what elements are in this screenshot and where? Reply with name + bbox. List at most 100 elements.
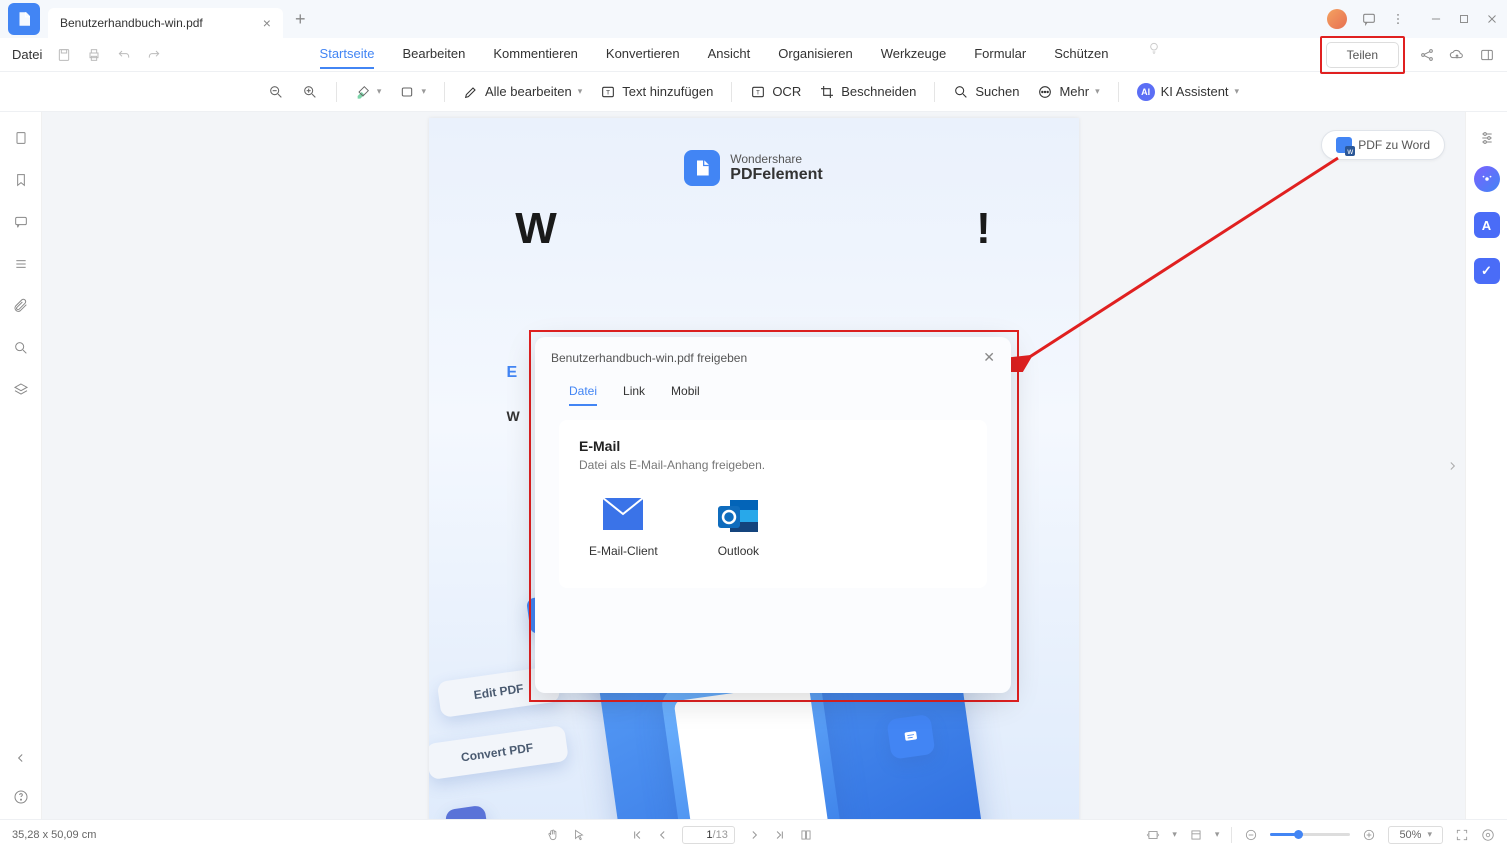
modal-close-icon[interactable]: ✕ xyxy=(983,349,995,366)
check-badge-icon[interactable]: ✓ xyxy=(1474,258,1500,284)
prev-page-icon[interactable] xyxy=(656,828,670,842)
maximize-icon[interactable] xyxy=(1457,12,1471,26)
share-modal: Benutzerhandbuch-win.pdf freigeben ✕ Dat… xyxy=(535,337,1011,693)
rectangle-icon xyxy=(399,84,415,100)
new-tab-button[interactable]: + xyxy=(295,9,306,30)
hand-tool-icon[interactable] xyxy=(546,828,560,842)
title-bar: Benutzerhandbuch-win.pdf × + xyxy=(0,0,1507,38)
close-window-icon[interactable] xyxy=(1485,12,1499,26)
zoom-out-status-icon[interactable] xyxy=(1244,828,1258,842)
page-input[interactable] xyxy=(689,829,713,841)
status-bar: 35,28 x 50,09 cm /13 ▾ ▾ 50% ▾ xyxy=(0,819,1507,849)
menu-konvertieren[interactable]: Konvertieren xyxy=(606,40,680,69)
minimize-icon[interactable] xyxy=(1429,12,1443,26)
menu-formular[interactable]: Formular xyxy=(974,40,1026,69)
zoom-value[interactable]: 50% ▾ xyxy=(1388,826,1443,844)
page-layout-icon[interactable] xyxy=(799,828,813,842)
bookmarks-icon[interactable] xyxy=(13,172,29,188)
menu-ansicht[interactable]: Ansicht xyxy=(708,40,751,69)
email-client-label: E-Mail-Client xyxy=(589,544,658,558)
modal-tab-link[interactable]: Link xyxy=(623,378,645,406)
ai-sidebar-icon[interactable] xyxy=(1474,166,1500,192)
undo-icon[interactable] xyxy=(116,47,132,63)
menu-bearbeiten[interactable]: Bearbeiten xyxy=(402,40,465,69)
tab-close-icon[interactable]: × xyxy=(263,15,271,31)
first-page-icon[interactable] xyxy=(630,828,644,842)
edit-all-tool[interactable]: Alle bearbeiten ▾ xyxy=(463,84,582,100)
help-icon[interactable] xyxy=(13,789,29,805)
total-pages: /13 xyxy=(713,829,728,841)
menu-startseite[interactable]: Startseite xyxy=(320,40,375,69)
save-icon[interactable] xyxy=(56,47,72,63)
shape-tool[interactable]: ▾ xyxy=(399,84,426,100)
settings-sliders-icon[interactable] xyxy=(1479,130,1495,146)
menu-bar: Datei Startseite Bearbeiten Kommentieren… xyxy=(0,38,1507,72)
layers-icon[interactable] xyxy=(13,382,29,398)
toolbar: ▾ ▾ Alle bearbeiten ▾ T Text hinzufügen … xyxy=(0,72,1507,112)
doc-logo-text: Wondershare PDFelement xyxy=(730,152,822,184)
document-canvas[interactable]: Wondershare PDFelement W ! E ! W Edit PD… xyxy=(42,112,1465,819)
more-icon xyxy=(1037,84,1053,100)
view-mode-icon[interactable] xyxy=(1189,828,1203,842)
modal-header: Benutzerhandbuch-win.pdf freigeben ✕ xyxy=(535,337,1011,378)
fullscreen-icon[interactable] xyxy=(1455,828,1469,842)
search-tool[interactable]: Suchen xyxy=(953,84,1019,100)
next-page-icon[interactable] xyxy=(747,828,761,842)
link-share-icon[interactable] xyxy=(1419,47,1435,63)
highlight-tool[interactable]: ▾ xyxy=(355,84,382,100)
scroll-right-icon[interactable] xyxy=(1445,459,1459,473)
outlook-icon xyxy=(718,498,758,530)
left-sidebar xyxy=(0,112,42,819)
fit-width-icon[interactable] xyxy=(1146,828,1160,842)
modal-tab-mobil[interactable]: Mobil xyxy=(671,378,700,406)
reading-mode-icon[interactable] xyxy=(1481,828,1495,842)
outlook-option[interactable]: Outlook xyxy=(718,498,759,558)
crop-tool[interactable]: Beschneiden xyxy=(819,84,916,100)
main-area: Wondershare PDFelement W ! E ! W Edit PD… xyxy=(0,112,1507,819)
pdf-to-word-button[interactable]: PDF zu Word xyxy=(1321,130,1445,160)
print-icon[interactable] xyxy=(86,47,102,63)
email-icon xyxy=(603,498,643,530)
share-button[interactable]: Teilen xyxy=(1326,42,1399,68)
modal-body: E-Mail Datei als E-Mail-Anhang freigeben… xyxy=(559,420,987,588)
zoom-in-icon[interactable] xyxy=(302,84,318,100)
modal-tab-datei[interactable]: Datei xyxy=(569,378,597,406)
last-page-icon[interactable] xyxy=(773,828,787,842)
collapse-sidebar-icon[interactable] xyxy=(14,751,28,765)
panel-icon[interactable] xyxy=(1479,47,1495,63)
iso-purple-chip: T xyxy=(444,805,489,819)
lightbulb-icon[interactable] xyxy=(1146,40,1162,56)
zoom-in-status-icon[interactable] xyxy=(1362,828,1376,842)
kebab-menu-icon[interactable] xyxy=(1391,12,1405,26)
menu-schuetzen[interactable]: Schützen xyxy=(1054,40,1108,69)
ai-assistent-tool[interactable]: AI KI Assistent ▾ xyxy=(1137,83,1239,101)
comment-icon[interactable] xyxy=(1361,11,1377,27)
add-text-tool[interactable]: T Text hinzufügen xyxy=(600,84,713,100)
modal-title: Benutzerhandbuch-win.pdf freigeben xyxy=(551,351,747,365)
attachments-icon[interactable] xyxy=(13,298,29,314)
zoom-out-icon[interactable] xyxy=(268,84,284,100)
thumbnails-icon[interactable] xyxy=(13,130,29,146)
more-tool[interactable]: Mehr ▾ xyxy=(1037,84,1099,100)
page-indicator[interactable]: /13 xyxy=(682,826,735,844)
list-icon[interactable] xyxy=(13,256,29,272)
search-icon xyxy=(953,84,969,100)
right-sidebar: A ✓ xyxy=(1465,112,1507,819)
select-tool-icon[interactable] xyxy=(572,828,586,842)
menu-werkzeuge[interactable]: Werkzeuge xyxy=(881,40,947,69)
find-icon[interactable] xyxy=(13,340,29,356)
ocr-tool[interactable]: T OCR xyxy=(750,84,801,100)
document-tab[interactable]: Benutzerhandbuch-win.pdf × xyxy=(48,8,283,38)
email-client-option[interactable]: E-Mail-Client xyxy=(589,498,658,558)
comments-icon[interactable] xyxy=(13,214,29,230)
app-logo-icon xyxy=(8,3,40,35)
menu-kommentieren[interactable]: Kommentieren xyxy=(493,40,578,69)
user-avatar[interactable] xyxy=(1327,9,1347,29)
zoom-slider[interactable] xyxy=(1270,833,1350,836)
file-menu[interactable]: Datei xyxy=(12,47,42,62)
pdf-to-word-label: PDF zu Word xyxy=(1358,138,1430,152)
cloud-upload-icon[interactable] xyxy=(1449,47,1465,63)
translate-badge-icon[interactable]: A xyxy=(1474,212,1500,238)
menu-organisieren[interactable]: Organisieren xyxy=(778,40,852,69)
redo-icon[interactable] xyxy=(146,47,162,63)
